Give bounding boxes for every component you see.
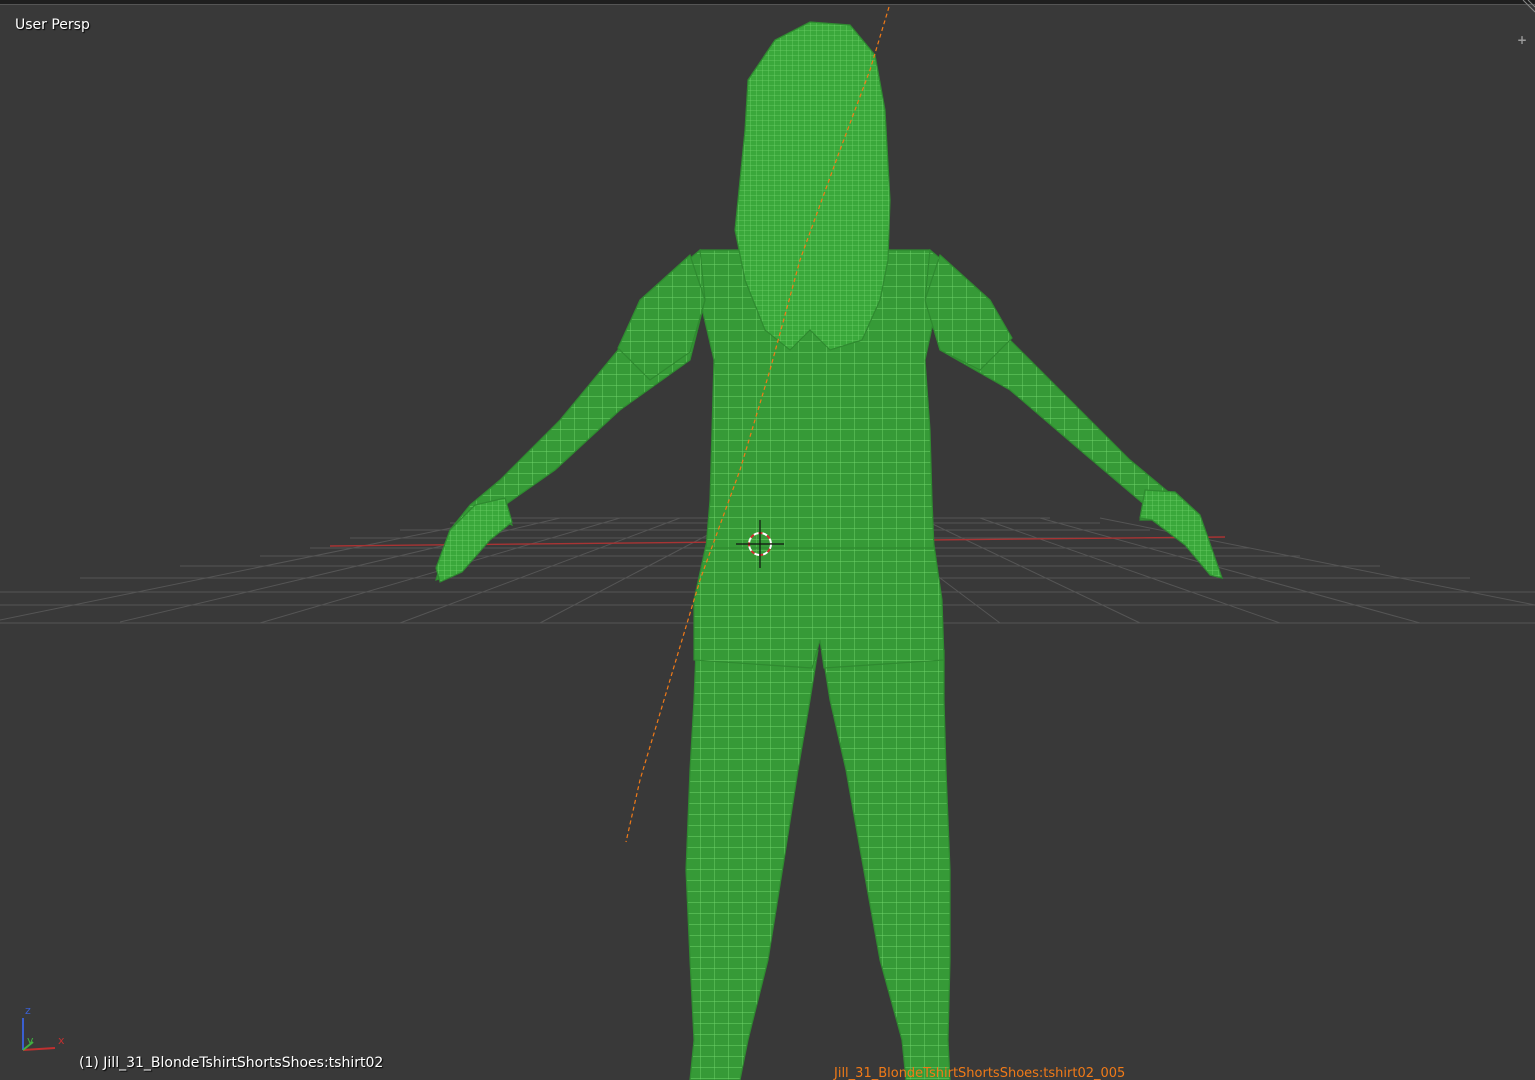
corner-drag-icon[interactable] (1519, 0, 1535, 16)
3d-viewport[interactable]: User Persp (1) Jill_31_BlondeTshirtShort… (0, 0, 1535, 1080)
viewport-scene[interactable] (0, 0, 1535, 1080)
axis-gizmo-icon: z y x (22, 1004, 65, 1051)
axis-z-label: z (25, 1004, 31, 1017)
plus-icon[interactable]: + (1515, 33, 1529, 47)
axis-x-label: x (58, 1034, 65, 1047)
object-name-label: Jill_31_BlondeTshirtShortsShoes:tshirt02… (834, 1066, 1126, 1080)
view-name-label: User Persp (15, 17, 90, 33)
axis-y-label: y (27, 1034, 34, 1047)
active-object-info: (1) Jill_31_BlondeTshirtShortsShoes:tshi… (79, 1055, 384, 1071)
